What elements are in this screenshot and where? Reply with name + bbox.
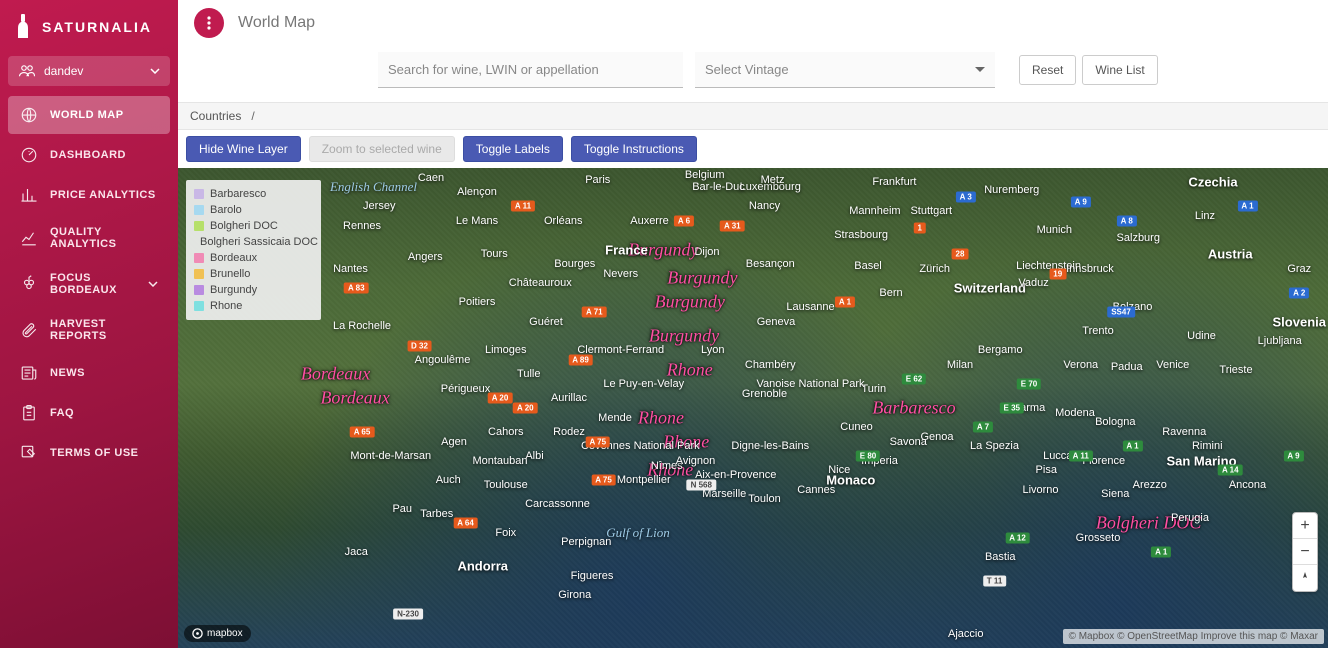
breadcrumb-sep: / [251,109,254,123]
main: World Map Select Vintage Reset Wine List… [178,0,1328,648]
page-title: World Map [238,14,315,32]
chart-line-icon [20,229,38,247]
map[interactable]: Barbaresco Barolo Bolgheri DOC Bolgheri Sas… [178,168,1328,648]
nav-world-map[interactable]: WORLD MAP [8,96,170,134]
caret-down-icon [975,67,985,72]
user-menu[interactable]: dandev [8,56,170,86]
legend-label: Bolgheri DOC [210,220,278,232]
mapbox-logo: mapbox [184,625,251,642]
legend-label: Barbaresco [210,188,266,200]
legend-swatch [194,189,204,199]
compass-button[interactable] [1293,565,1317,591]
legend-swatch [194,205,204,215]
edit-icon [20,444,38,462]
map-toolbar: Hide Wine Layer Zoom to selected wine To… [178,130,1328,168]
nav-label: FOCUS BORDEAUX [50,272,136,296]
nav-focus-bordeaux[interactable]: FOCUS BORDEAUX [8,262,170,306]
sidebar: SATURNALIA dandev WORLD MAP DASHBOARD [0,0,178,648]
legend-label: Barolo [210,204,242,216]
legend-item: Bordeaux [194,250,313,266]
legend-item: Brunello [194,266,313,282]
toggle-instructions-button[interactable]: Toggle Instructions [571,136,697,162]
zoom-out-button[interactable]: − [1293,539,1317,565]
breadcrumb-root[interactable]: Countries [190,109,241,123]
header-row: World Map [178,0,1328,42]
search-input[interactable] [378,52,683,88]
chevron-down-icon [150,68,160,74]
filter-row: Select Vintage Reset Wine List [178,42,1328,102]
legend-item: Barbaresco [194,186,313,202]
brand: SATURNALIA [0,0,178,56]
nav-dashboard[interactable]: DASHBOARD [8,136,170,174]
map-legend: Barbaresco Barolo Bolgheri DOC Bolgheri Sas… [186,180,321,320]
nav-label: FAQ [50,407,74,419]
zoom-in-button[interactable]: + [1293,513,1317,539]
paperclip-icon [20,321,38,339]
legend-label: Rhone [210,300,242,312]
breadcrumb: Countries / [178,102,1328,130]
nav-label: HARVEST REPORTS [50,318,158,342]
vintage-placeholder: Select Vintage [705,62,789,77]
legend-label: Bordeaux [210,252,257,264]
legend-swatch [194,221,204,231]
wine-list-button[interactable]: Wine List [1082,55,1157,85]
hide-wine-layer-button[interactable]: Hide Wine Layer [186,136,301,162]
nav-label: NEWS [50,367,85,379]
nav-faq[interactable]: FAQ [8,394,170,432]
legend-swatch [194,285,204,295]
nav-label: PRICE ANALYTICS [50,189,156,201]
nav-quality-analytics[interactable]: QUALITY ANALYTICS [8,216,170,260]
nav-harvest-reports[interactable]: HARVEST REPORTS [8,308,170,352]
legend-item: Rhone [194,298,313,314]
map-attribution: © Mapbox © OpenStreetMap Improve this ma… [1063,629,1324,644]
legend-swatch [194,253,204,263]
gauge-icon [20,146,38,164]
chart-bar-icon [20,186,38,204]
zoom-control: + − [1292,512,1318,592]
wine-bottle-icon [14,14,32,40]
nav-terms[interactable]: TERMS OF USE [8,434,170,472]
legend-label: Burgundy [210,284,257,296]
legend-swatch [194,301,204,311]
sidebar-nav: WORLD MAP DASHBOARD PRICE ANALYTICS QUAL… [0,96,178,472]
legend-swatch [194,269,204,279]
nav-news[interactable]: NEWS [8,354,170,392]
more-vertical-icon [207,16,211,30]
nav-label: DASHBOARD [50,149,126,161]
clipboard-icon [20,404,38,422]
legend-item: Bolgheri DOC [194,218,313,234]
brand-name: SATURNALIA [42,19,152,35]
toggle-labels-button[interactable]: Toggle Labels [463,136,563,162]
globe-icon [20,106,38,124]
compass-icon [1299,572,1311,584]
mapbox-icon [192,628,203,639]
legend-item: Burgundy [194,282,313,298]
legend-label: Bolgheri Sassicaia DOC [200,236,318,248]
grape-icon [20,275,38,293]
vintage-select[interactable]: Select Vintage [695,52,995,88]
zoom-selected-wine-button: Zoom to selected wine [309,136,455,162]
legend-label: Brunello [210,268,250,280]
chevron-down-icon [148,281,158,287]
users-icon [18,64,36,78]
reset-button[interactable]: Reset [1019,55,1076,85]
nav-label: QUALITY ANALYTICS [50,226,158,250]
nav-label: TERMS OF USE [50,447,139,459]
nav-label: WORLD MAP [50,109,124,121]
user-name: dandev [44,64,83,78]
page-actions-button[interactable] [194,8,224,38]
nav-price-analytics[interactable]: PRICE ANALYTICS [8,176,170,214]
newspaper-icon [20,364,38,382]
legend-item: Bolgheri Sassicaia DOC [194,234,313,250]
legend-item: Barolo [194,202,313,218]
map-tiles [178,168,1328,648]
